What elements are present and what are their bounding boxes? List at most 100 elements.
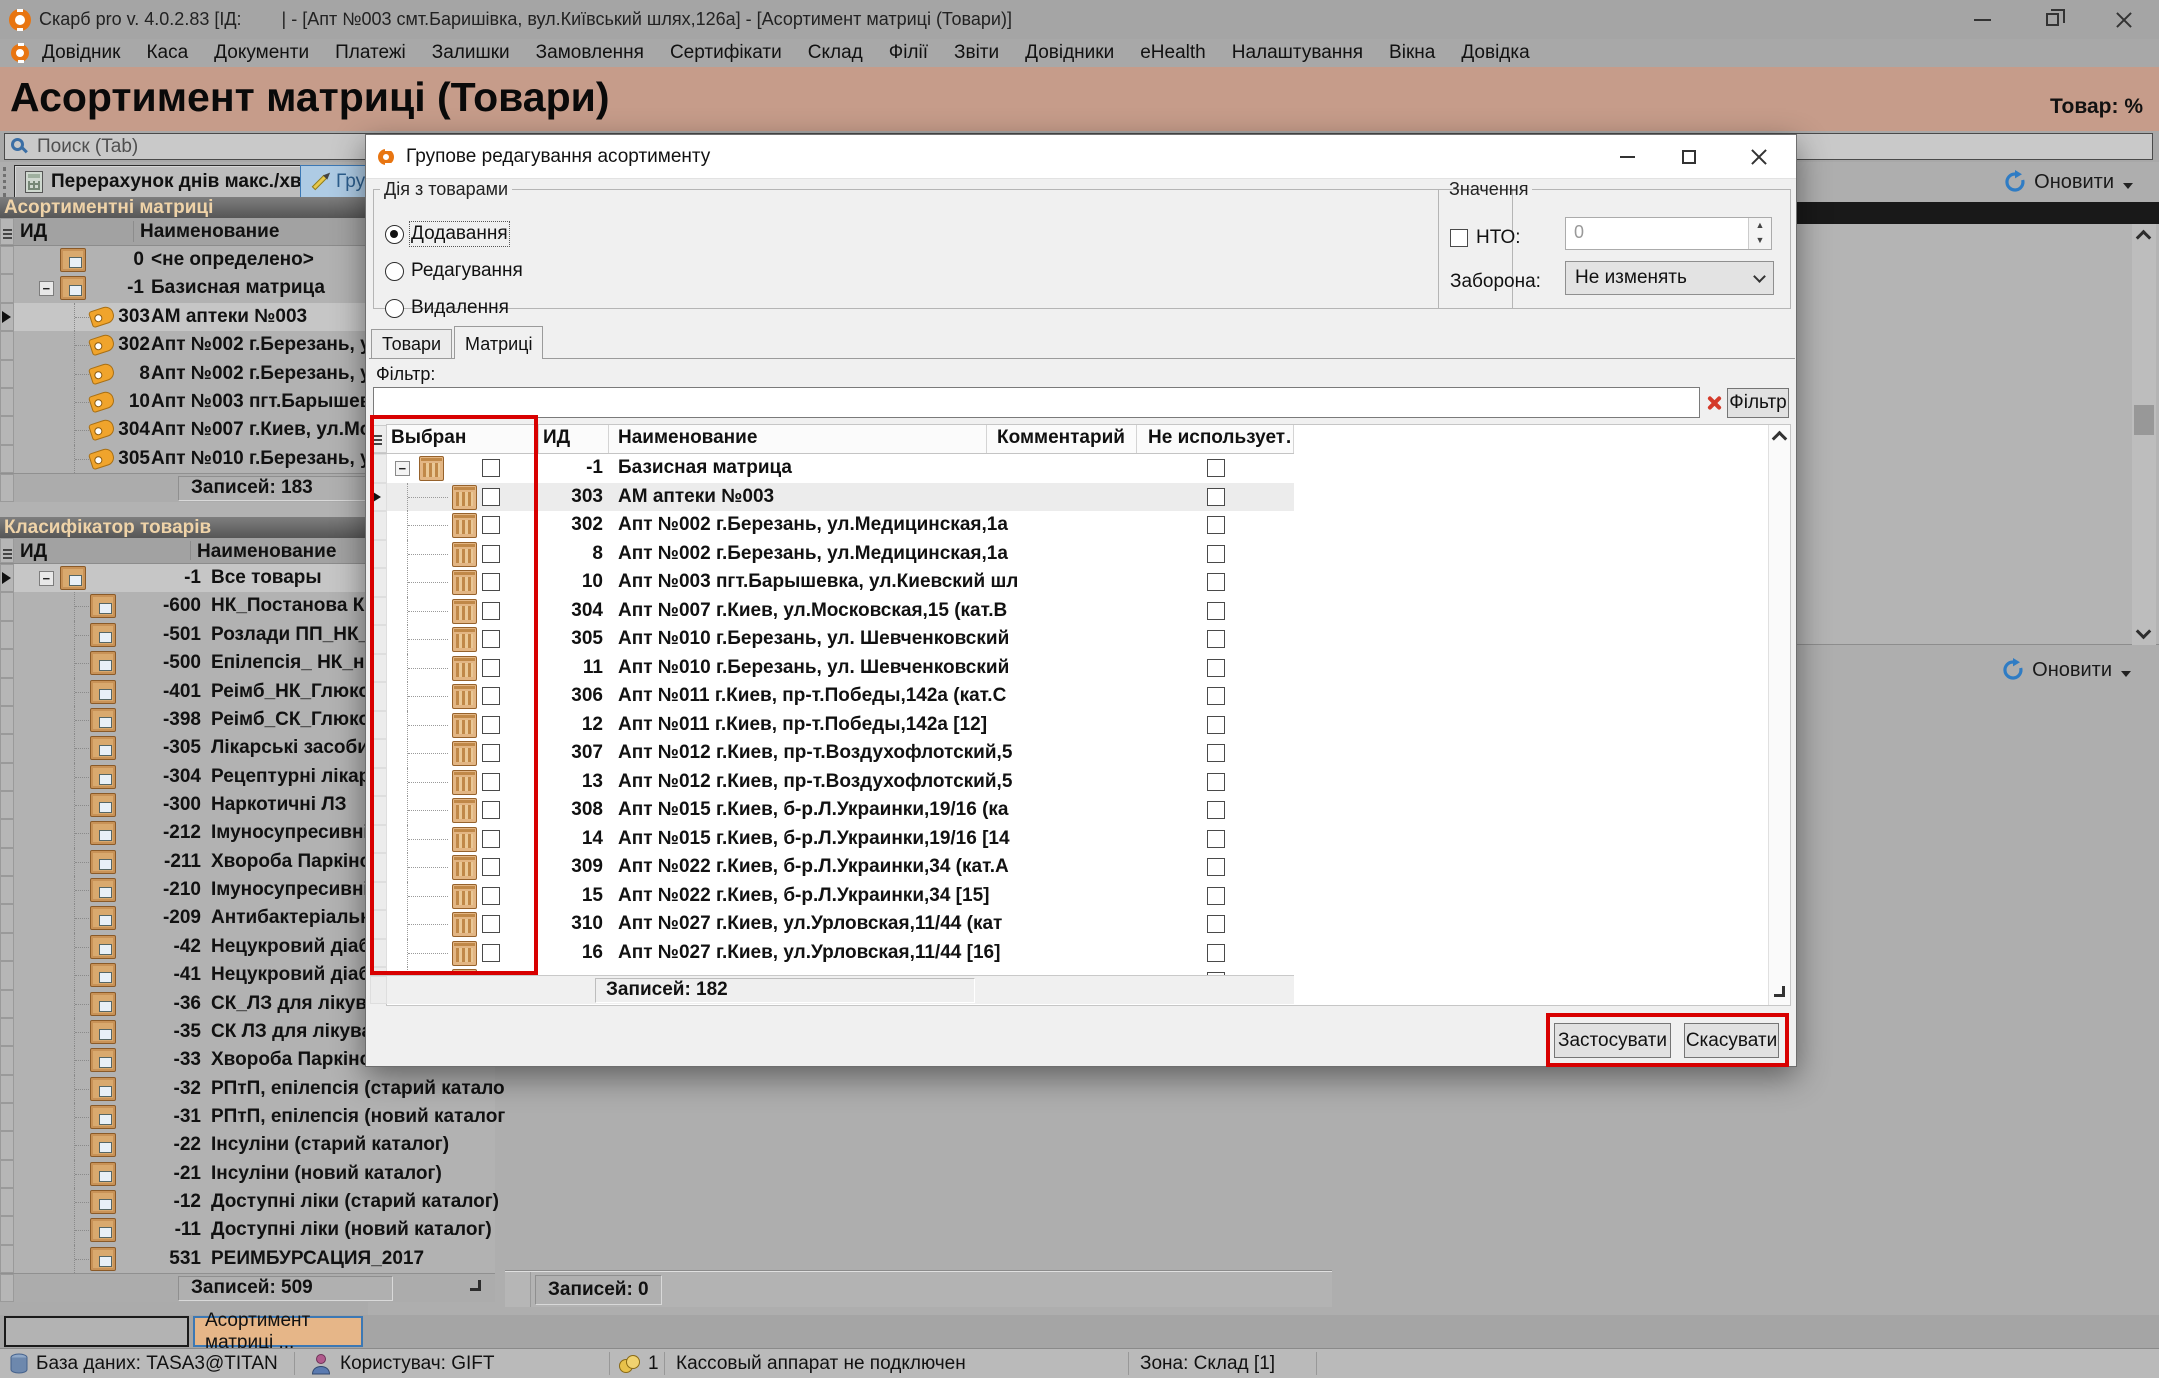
row-select-checkbox[interactable] (482, 488, 500, 506)
not-used-checkbox[interactable] (1207, 944, 1225, 962)
table-row[interactable]: 8 Апт №002 г.Березань, ул.Медицинская,1а (370, 540, 1294, 569)
nto-spinner[interactable]: 0 ▲▼ (1565, 217, 1772, 250)
tree-row[interactable]: -31 РПтП, епілепсія (новий каталог (0, 1103, 495, 1131)
not-used-checkbox[interactable] (1207, 516, 1225, 534)
column-name[interactable]: Наименование (609, 425, 987, 453)
tab-home[interactable] (4, 1316, 189, 1347)
not-used-checkbox[interactable] (1207, 887, 1225, 905)
not-used-checkbox[interactable] (1207, 602, 1225, 620)
row-select-checkbox[interactable] (482, 744, 500, 762)
menu-item[interactable]: Звіти (941, 42, 1012, 64)
dialog-maximize-button[interactable] (1664, 135, 1714, 179)
table-row[interactable]: 10 Апт №003 пгт.Барышевка, ул.Киевский ш… (370, 568, 1294, 597)
refresh-button-bottom[interactable]: Оновити (2001, 658, 2131, 682)
recalc-days-button[interactable]: Перерахунок днів макс./хв. (14, 165, 318, 199)
table-row[interactable]: 13 Апт №012 г.Киев, пр-т.Воздухофлотский… (370, 768, 1294, 797)
minimize-button[interactable] (1959, 0, 2005, 39)
menu-item[interactable]: Платежі (322, 42, 419, 64)
row-select-checkbox[interactable] (482, 801, 500, 819)
not-used-checkbox[interactable] (1207, 659, 1225, 677)
column-separator[interactable] (133, 221, 134, 242)
row-select-checkbox[interactable] (482, 944, 500, 962)
dialog-tab[interactable]: Матриці (454, 326, 543, 359)
tree-row[interactable]: -12 Доступні ліки (старий каталог) (0, 1188, 495, 1216)
table-row[interactable]: 310 Апт №027 г.Киев, ул.Урловская,11/44 … (370, 910, 1294, 939)
table-row[interactable]: 305 Апт №010 г.Березань, ул. Шевченковск… (370, 625, 1294, 654)
table-row[interactable]: 302 Апт №002 г.Березань, ул.Медицинская,… (370, 511, 1294, 540)
dialog-tab[interactable]: Товари (371, 329, 452, 358)
row-select-checkbox[interactable] (482, 887, 500, 905)
row-select-checkbox[interactable] (482, 858, 500, 876)
table-row[interactable]: 303 АМ аптеки №003 (370, 483, 1294, 512)
menu-item[interactable]: Довідка (1448, 42, 1542, 64)
scrollbar-thumb[interactable] (2134, 405, 2154, 435)
not-used-checkbox[interactable] (1207, 858, 1225, 876)
menu-item[interactable]: Довідник (29, 42, 133, 64)
not-used-checkbox[interactable] (1207, 545, 1225, 563)
tree-row[interactable]: 531 РЕИМБУРСАЦИЯ_2017 (0, 1245, 495, 1273)
radio-icon[interactable] (385, 299, 404, 318)
row-select-checkbox[interactable] (482, 516, 500, 534)
menu-item[interactable]: Філії (876, 42, 941, 64)
column-not-used[interactable]: Не использует… (1137, 425, 1294, 453)
toolbar-grip[interactable] (3, 167, 8, 197)
scroll-up-icon[interactable] (1772, 431, 1788, 447)
row-select-checkbox[interactable] (482, 659, 500, 677)
row-select-checkbox[interactable] (482, 602, 500, 620)
menu-item[interactable]: Довідники (1012, 42, 1127, 64)
table-row[interactable]: 15 Апт №022 г.Киев, б-р.Л.Украинки,34 [1… (370, 882, 1294, 911)
table-row[interactable]: -1 Базисная матрица (370, 454, 1294, 483)
menu-item[interactable]: Сертифікати (657, 42, 795, 64)
row-select-checkbox[interactable] (482, 773, 500, 791)
filter-button[interactable]: Фільтр (1727, 388, 1789, 418)
menu-item[interactable]: Налаштування (1219, 42, 1376, 64)
menu-item[interactable]: Залишки (419, 42, 523, 64)
tree-expander[interactable] (39, 281, 54, 296)
cancel-button[interactable]: Скасувати (1684, 1023, 1779, 1058)
tree-row[interactable]: -22 Інсуліни (старий каталог) (0, 1131, 495, 1159)
row-select-checkbox[interactable] (482, 915, 500, 933)
radio-option[interactable]: Видалення (385, 296, 509, 320)
apply-button[interactable]: Застосувати (1554, 1023, 1671, 1058)
scroll-down-icon[interactable] (1774, 986, 1785, 997)
filter-input[interactable] (373, 387, 1700, 418)
tab-assortment-matrix[interactable]: Асортимент матриці ... (193, 1316, 363, 1347)
dialog-minimize-button[interactable] (1602, 135, 1652, 179)
not-used-checkbox[interactable] (1207, 573, 1225, 591)
not-used-checkbox[interactable] (1207, 773, 1225, 791)
not-used-checkbox[interactable] (1207, 488, 1225, 506)
tree-row[interactable]: -11 Доступні ліки (новий каталог) (0, 1216, 495, 1244)
not-used-checkbox[interactable] (1207, 915, 1225, 933)
menu-item[interactable]: eHealth (1127, 42, 1219, 64)
close-button[interactable] (2101, 0, 2147, 39)
scroll-down-icon[interactable] (470, 1280, 481, 1291)
restore-button[interactable] (2029, 0, 2075, 39)
radio-icon[interactable] (385, 262, 404, 281)
menu-item[interactable]: Замовлення (523, 42, 657, 64)
tree-row[interactable]: -32 РПтП, епілепсія (старий катало (0, 1075, 495, 1103)
column-name[interactable]: Наименование (140, 221, 279, 243)
column-name[interactable]: Наименование (197, 541, 336, 563)
menu-item[interactable]: Каса (133, 42, 201, 64)
table-row[interactable]: 308 Апт №015 г.Киев, б-р.Л.Украинки,19/1… (370, 796, 1294, 825)
table-row[interactable]: 306 Апт №011 г.Киев, пр-т.Победы,142а (к… (370, 682, 1294, 711)
column-separator[interactable] (190, 541, 191, 560)
refresh-dropdown-caret[interactable] (2123, 183, 2133, 189)
menu-item[interactable]: Документи (201, 42, 322, 64)
spinner-arrows[interactable]: ▲▼ (1748, 218, 1771, 249)
table-row[interactable]: 307 Апт №012 г.Киев, пр-т.Воздухофлотски… (370, 739, 1294, 768)
not-used-checkbox[interactable] (1207, 459, 1225, 477)
row-select-checkbox[interactable] (482, 573, 500, 591)
table-row[interactable] (370, 967, 1294, 975)
table-vertical-scrollbar[interactable] (1768, 425, 1790, 1005)
table-row[interactable]: 12 Апт №011 г.Киев, пр-т.Победы,142а [12… (370, 711, 1294, 740)
radio-icon[interactable] (385, 225, 404, 244)
tree-expander[interactable] (395, 461, 410, 476)
nto-checkbox[interactable] (1450, 229, 1468, 247)
table-row[interactable]: 16 Апт №027 г.Киев, ул.Урловская,11/44 [… (370, 939, 1294, 968)
row-select-checkbox[interactable] (482, 630, 500, 648)
not-used-checkbox[interactable] (1207, 630, 1225, 648)
ban-select[interactable]: Не изменять (1565, 261, 1774, 295)
not-used-checkbox[interactable] (1207, 687, 1225, 705)
tree-expander[interactable] (39, 571, 54, 586)
